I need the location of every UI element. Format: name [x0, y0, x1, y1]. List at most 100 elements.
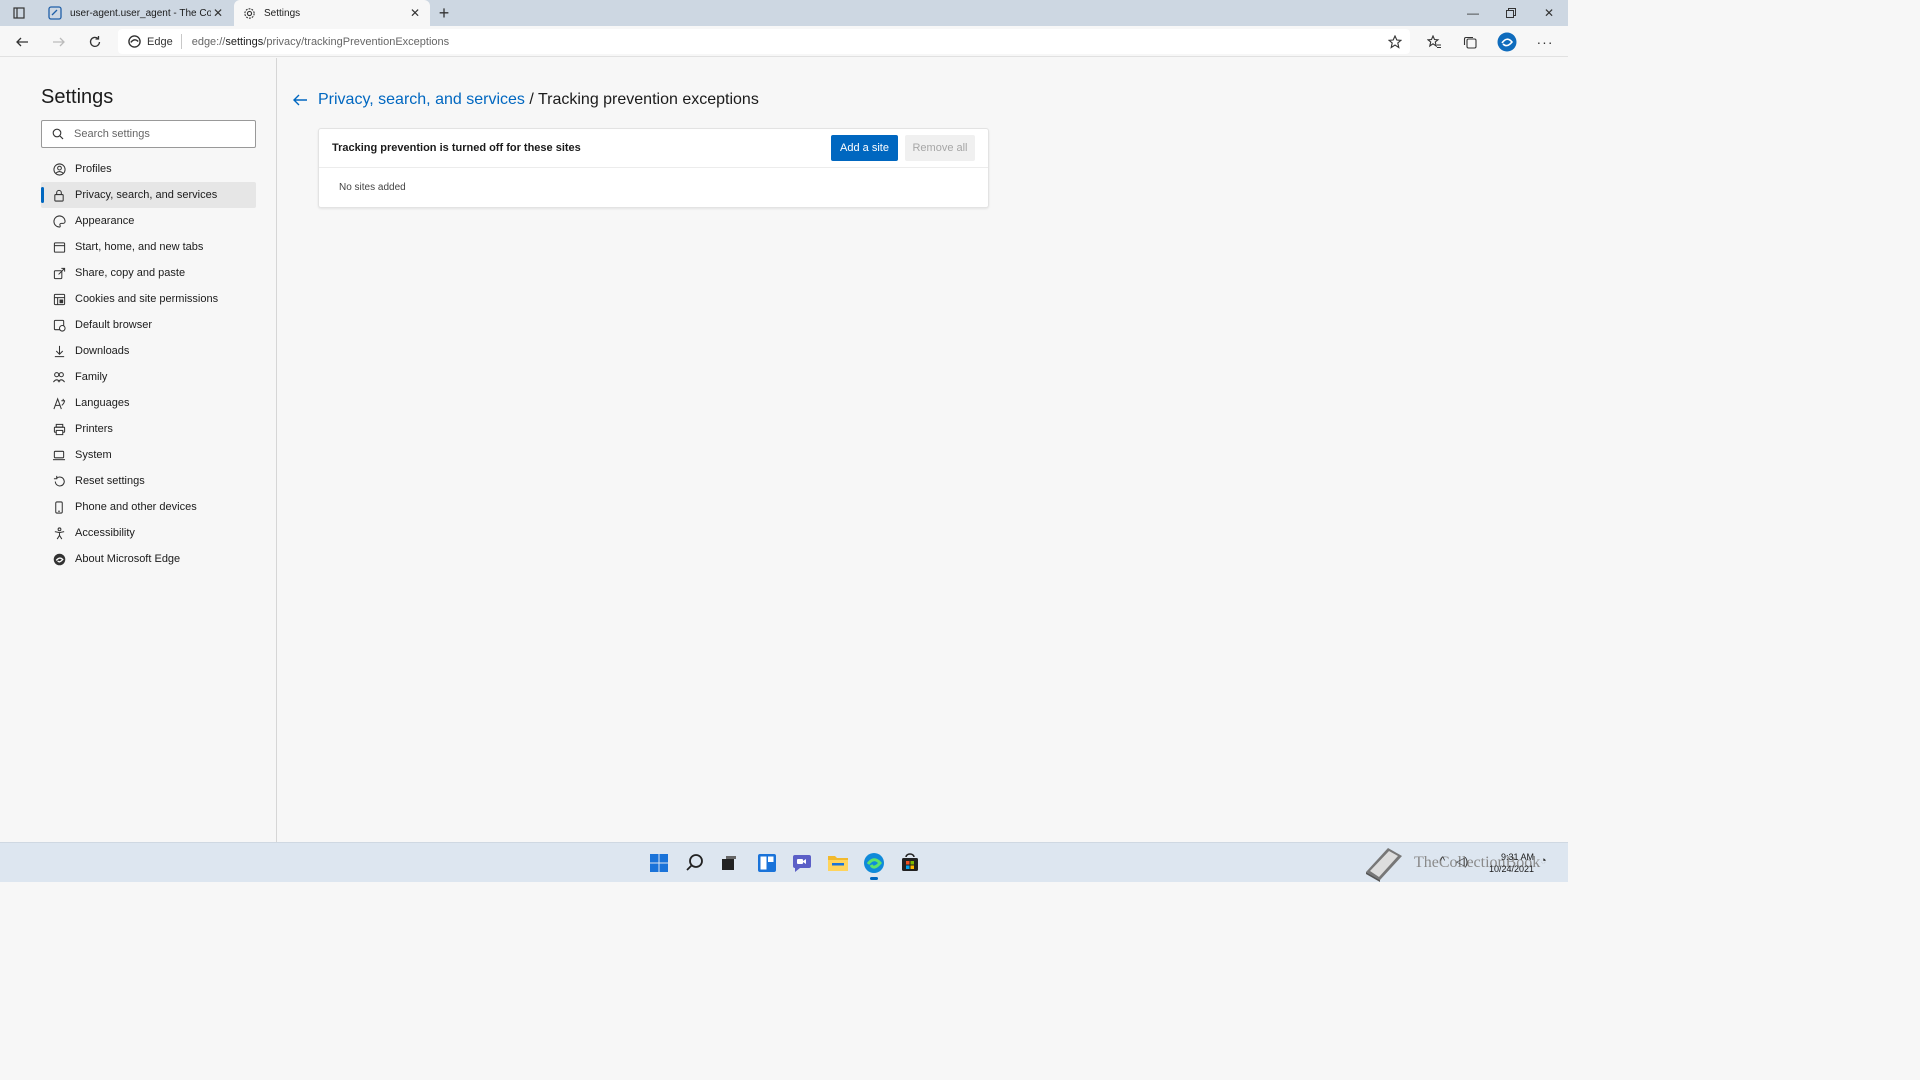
- profile-icon: [52, 162, 66, 176]
- sidebar-item-label: Reset settings: [75, 475, 145, 487]
- edge-logo-icon: [128, 35, 141, 48]
- search-icon[interactable]: [683, 851, 707, 875]
- sidebar-item-label: Family: [75, 371, 108, 383]
- tab-strip: user-agent.user_agent - The Coll ✕ Setti…: [0, 0, 1568, 26]
- minimize-icon[interactable]: —: [1454, 0, 1492, 26]
- tab-title: Settings: [264, 7, 301, 19]
- sidebar-item-label: Default browser: [75, 319, 153, 331]
- notifications-icon[interactable]: ◔: [1540, 855, 1547, 867]
- back-arrow-icon[interactable]: [292, 92, 308, 108]
- collections-icon[interactable]: [1458, 30, 1482, 54]
- settings-nav: Profiles Privacy, search, and services A…: [41, 156, 256, 572]
- sidebar-item-accessibility[interactable]: Accessibility: [41, 520, 256, 546]
- clock[interactable]: 9:31 AM 10/24/2021: [1482, 851, 1534, 875]
- tab-title: user-agent.user_agent - The Coll: [70, 7, 211, 19]
- close-tab-icon[interactable]: ✕: [211, 6, 225, 20]
- sidebar-item-label: Accessibility: [75, 527, 135, 539]
- task-view-icon[interactable]: [717, 851, 741, 875]
- search-settings-input[interactable]: Search settings: [41, 120, 256, 148]
- search-icon: [52, 128, 64, 140]
- sidebar-item-label: About Microsoft Edge: [75, 553, 181, 565]
- restore-icon[interactable]: [1492, 0, 1530, 26]
- breadcrumb: Privacy, search, and services / Tracking…: [318, 91, 759, 109]
- exceptions-card: Tracking prevention is turned off for th…: [318, 128, 989, 208]
- sidebar-item-family[interactable]: Family: [41, 364, 256, 390]
- sidebar-item-about-edge[interactable]: About Microsoft Edge: [41, 546, 256, 572]
- palette-icon: [52, 214, 66, 228]
- file-explorer-icon[interactable]: [826, 851, 850, 875]
- share-icon: [52, 266, 66, 280]
- sidebar-item-share-copy[interactable]: Share, copy and paste: [41, 260, 256, 286]
- empty-state-text: No sites added: [339, 182, 406, 193]
- url-text: edge://settings/privacy/trackingPreventi…: [191, 35, 450, 48]
- sidebar-item-profiles[interactable]: Profiles: [41, 156, 256, 182]
- profile-avatar-icon[interactable]: [1495, 30, 1519, 54]
- back-icon[interactable]: [10, 30, 34, 54]
- sidebar-item-label: Appearance: [75, 215, 135, 227]
- favorite-star-icon[interactable]: [1383, 30, 1407, 54]
- site-label: Edge: [147, 35, 173, 48]
- sidebar-item-system[interactable]: System: [41, 442, 256, 468]
- gear-icon: [242, 6, 256, 20]
- sidebar-item-label: Profiles: [75, 163, 112, 175]
- refresh-icon[interactable]: [83, 30, 107, 54]
- sidebar-item-label: Phone and other devices: [75, 501, 197, 513]
- add-site-button[interactable]: Add a site: [831, 135, 898, 161]
- more-options-icon[interactable]: ···: [1533, 30, 1557, 54]
- sidebar-item-label: Privacy, search, and services: [75, 189, 218, 201]
- edge-logo-icon: [52, 552, 66, 566]
- tab-settings[interactable]: Settings ✕: [234, 0, 430, 26]
- clock-date: 10/24/2021: [1488, 864, 1534, 874]
- close-tab-icon[interactable]: ✕: [408, 6, 422, 20]
- clock-time: 9:31 AM: [1500, 852, 1534, 862]
- speaker-icon[interactable]: ◁): [1456, 855, 1468, 868]
- breadcrumb-separator: /: [529, 91, 534, 108]
- widgets-icon[interactable]: [755, 851, 779, 875]
- chat-icon[interactable]: [790, 851, 814, 875]
- default-browser-icon: [52, 318, 66, 332]
- sidebar-item-label: Start, home, and new tabs: [75, 241, 204, 253]
- start-windows-icon[interactable]: [647, 851, 671, 875]
- sidebar-item-phone[interactable]: Phone and other devices: [41, 494, 256, 520]
- search-placeholder: Search settings: [74, 128, 150, 140]
- browser-toolbar: Edge edge://settings/privacy/trackingPre…: [0, 26, 1568, 57]
- family-icon: [52, 370, 66, 384]
- sidebar-item-default-browser[interactable]: Default browser: [41, 312, 256, 338]
- card-heading: Tracking prevention is turned off for th…: [332, 142, 581, 154]
- tab-actions-icon[interactable]: [6, 4, 32, 22]
- remove-all-button[interactable]: Remove all: [905, 135, 975, 161]
- settings-main: Privacy, search, and services / Tracking…: [278, 58, 1568, 842]
- home-tabs-icon: [52, 240, 66, 254]
- lock-icon: [52, 188, 66, 202]
- close-window-icon[interactable]: ✕: [1530, 0, 1568, 26]
- breadcrumb-parent-link[interactable]: Privacy, search, and services: [318, 91, 525, 108]
- tab-user-agent[interactable]: user-agent.user_agent - The Coll ✕: [40, 0, 233, 26]
- sidebar-item-start-home[interactable]: Start, home, and new tabs: [41, 234, 256, 260]
- settings-sidebar: Settings Search settings Profiles Privac…: [0, 58, 277, 842]
- new-tab-button[interactable]: +: [434, 3, 454, 23]
- sidebar-item-label: Languages: [75, 397, 130, 409]
- forward-icon[interactable]: [47, 30, 71, 54]
- book-logo-icon: [1366, 848, 1402, 882]
- favorites-icon[interactable]: [1422, 30, 1446, 54]
- sidebar-item-cookies[interactable]: Cookies and site permissions: [41, 286, 256, 312]
- sidebar-item-reset[interactable]: Reset settings: [41, 468, 256, 494]
- store-icon[interactable]: [898, 851, 922, 875]
- settings-title: Settings: [41, 86, 114, 108]
- site-identity[interactable]: Edge: [118, 34, 182, 49]
- sidebar-item-label: Cookies and site permissions: [75, 293, 219, 305]
- sidebar-item-languages[interactable]: Languages: [41, 390, 256, 416]
- sidebar-item-printers[interactable]: Printers: [41, 416, 256, 442]
- sidebar-item-privacy[interactable]: Privacy, search, and services: [41, 182, 256, 208]
- system-icon: [52, 448, 66, 462]
- sidebar-item-label: Downloads: [75, 345, 130, 357]
- sidebar-item-appearance[interactable]: Appearance: [41, 208, 256, 234]
- languages-icon: [52, 396, 66, 410]
- chevron-up-icon[interactable]: ^: [1440, 855, 1445, 867]
- edge-taskbar-icon[interactable]: [862, 851, 886, 880]
- sidebar-item-downloads[interactable]: Downloads: [41, 338, 256, 364]
- printer-icon: [52, 422, 66, 436]
- sidebar-item-label: System: [75, 449, 112, 461]
- page-title: Tracking prevention exceptions: [537, 91, 759, 108]
- address-bar[interactable]: Edge edge://settings/privacy/trackingPre…: [118, 29, 1410, 54]
